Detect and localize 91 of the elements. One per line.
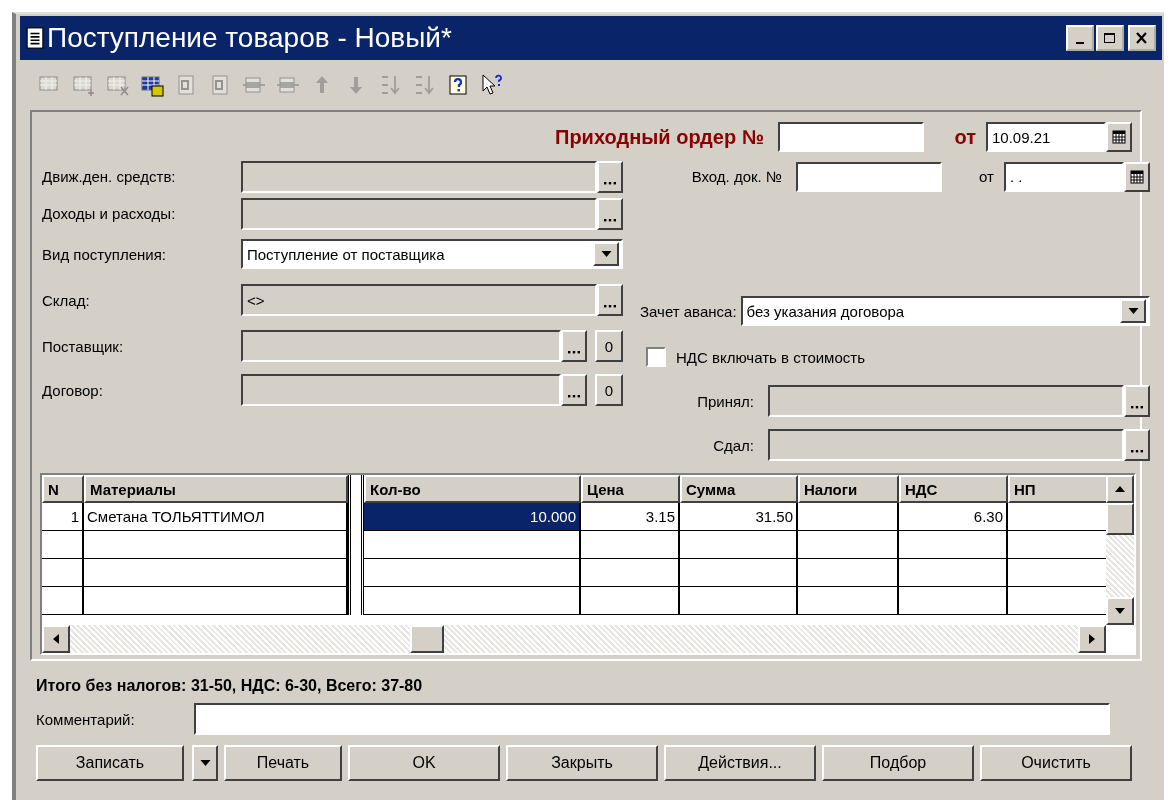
table-cell — [42, 531, 84, 559]
dropdown-button[interactable] — [1120, 299, 1146, 323]
field-label: Вид поступления: — [41, 245, 167, 263]
field-label: Движ.ден. средств: — [41, 168, 177, 185]
totals-text: Итого без налогов: 31-50, НДС: 6-30, Всего: 37-80 — [36, 677, 424, 695]
column-header[interactable]: НДС — [899, 475, 1008, 503]
date-label: от — [978, 168, 995, 185]
action-button[interactable]: Подбор — [822, 745, 974, 781]
scroll-up-button[interactable] — [1106, 475, 1134, 503]
date-label: от — [953, 125, 977, 149]
field-label: Сдал: — [712, 436, 755, 454]
column-header[interactable]: Сумма — [680, 475, 798, 503]
column-header[interactable]: Налоги — [798, 475, 899, 503]
right-arrow-icon — [1089, 634, 1095, 644]
up-arrow-icon — [1115, 486, 1125, 492]
calendar-icon — [1130, 169, 1144, 184]
document-icon — [26, 26, 44, 50]
action-button[interactable]: Закрыть — [506, 745, 658, 781]
table-cell — [42, 559, 84, 587]
help-icon[interactable] — [446, 73, 470, 97]
date-field[interactable]: 10.09.21 — [986, 122, 1106, 152]
advance-dropdown[interactable]: без указания договора — [740, 296, 1150, 326]
table-cell: 1 — [42, 503, 84, 531]
left-arrow-icon — [53, 634, 59, 644]
close-icon — [1135, 32, 1149, 44]
incoming-number-label: Вход. док. № — [690, 168, 783, 185]
scroll-thumb[interactable] — [1106, 503, 1134, 535]
ellipsis-icon — [1131, 449, 1143, 453]
order-number-label: Приходный ордер № — [555, 125, 764, 149]
choose-button[interactable] — [597, 284, 623, 316]
menu-button[interactable] — [192, 745, 218, 781]
incoming-number-field[interactable] — [796, 161, 942, 192]
window-title: Поступление товаров - Новый* — [47, 22, 452, 54]
field-label: Склад: — [41, 291, 91, 309]
choose-button[interactable] — [597, 197, 623, 230]
choose-button[interactable] — [1124, 385, 1150, 417]
table-cell: 3.15 — [581, 503, 680, 531]
choose-button[interactable] — [597, 160, 623, 193]
choose-button[interactable] — [561, 374, 587, 406]
calendar-icon — [1112, 130, 1126, 144]
ellipsis-icon — [568, 350, 580, 354]
column-header[interactable]: N — [42, 475, 84, 503]
caret-icon — [600, 251, 612, 257]
ellipsis-icon — [604, 304, 616, 308]
action-button[interactable]: Записать — [36, 745, 184, 781]
choose-button[interactable] — [561, 330, 587, 362]
column-header[interactable]: Кол-во — [364, 475, 581, 503]
comment-label: Комментарий: — [35, 710, 136, 728]
table-cell: 10.000 — [364, 503, 581, 531]
action-button[interactable]: Действия... — [664, 745, 816, 781]
dropdown-button[interactable] — [593, 242, 619, 266]
vat-checkbox-label: НДС включать в стоимость — [676, 348, 865, 366]
vat-checkbox[interactable] — [646, 347, 666, 367]
caret-icon — [1127, 308, 1139, 314]
action-button[interactable]: OK — [348, 745, 500, 781]
ellipsis-icon — [604, 180, 616, 185]
table-cell: 31.50 — [680, 503, 798, 531]
field-label: Принял: — [696, 392, 755, 410]
scroll-thumb[interactable] — [410, 625, 444, 653]
minimize-icon — [1076, 42, 1084, 44]
field-label: Договор: — [41, 381, 104, 399]
column-header[interactable]: Материалы — [84, 475, 348, 503]
comment-field[interactable] — [194, 703, 1110, 735]
advance-label: Зачет аванса: — [640, 302, 737, 320]
scroll-left-button[interactable] — [42, 625, 70, 653]
field-label: Доходы и расходы: — [41, 205, 177, 222]
maximize-icon — [1103, 32, 1117, 44]
minimize-button[interactable] — [1066, 25, 1094, 51]
ellipsis-icon — [604, 217, 616, 222]
maximize-button[interactable] — [1096, 25, 1124, 51]
scroll-right-button[interactable] — [1078, 625, 1106, 653]
close-button[interactable] — [1128, 25, 1156, 51]
calendar-button[interactable] — [1106, 122, 1132, 152]
table-cell — [42, 587, 84, 615]
down-arrow-icon — [1115, 608, 1125, 614]
field-label: Поставщик: — [41, 337, 125, 355]
scroll-down-button[interactable] — [1106, 597, 1134, 625]
pointer-help-icon[interactable] — [480, 73, 504, 97]
action-button[interactable]: Очистить — [980, 745, 1132, 781]
column-header[interactable]: Цена — [581, 475, 680, 503]
ellipsis-icon — [1131, 405, 1143, 409]
action-button[interactable]: Печать — [224, 745, 342, 781]
table-cell: 6.30 — [899, 503, 1008, 531]
dropdown-field[interactable]: Поступление от поставщика — [241, 239, 623, 269]
caret-icon — [199, 760, 211, 766]
grid-save-icon[interactable] — [140, 73, 164, 97]
choose-button[interactable] — [1124, 429, 1150, 461]
calendar-button[interactable] — [1124, 161, 1150, 192]
incoming-date-field[interactable]: . . — [1004, 161, 1124, 192]
ellipsis-icon — [568, 394, 580, 398]
order-number-field[interactable] — [778, 122, 924, 152]
